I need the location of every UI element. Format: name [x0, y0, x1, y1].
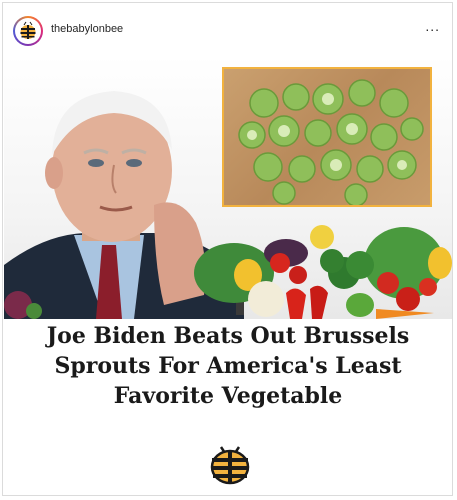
babylon-bee-logo-icon [207, 441, 253, 487]
vegetables-image [4, 225, 452, 319]
post-headline: Joe Biden Beats Out Brussels Sprouts For… [46, 323, 410, 409]
post-header: thebabylonbee ... [3, 3, 452, 55]
username[interactable]: thebabylonbee [51, 23, 123, 35]
babylon-bee-logo-icon [15, 18, 41, 44]
instagram-post: thebabylonbee ... Joe Biden Beats Out Br… [2, 2, 453, 496]
avatar[interactable] [13, 16, 43, 46]
brussels-sprouts-image [222, 67, 432, 207]
post-image [4, 55, 452, 319]
more-options-icon[interactable]: ... [425, 18, 440, 34]
